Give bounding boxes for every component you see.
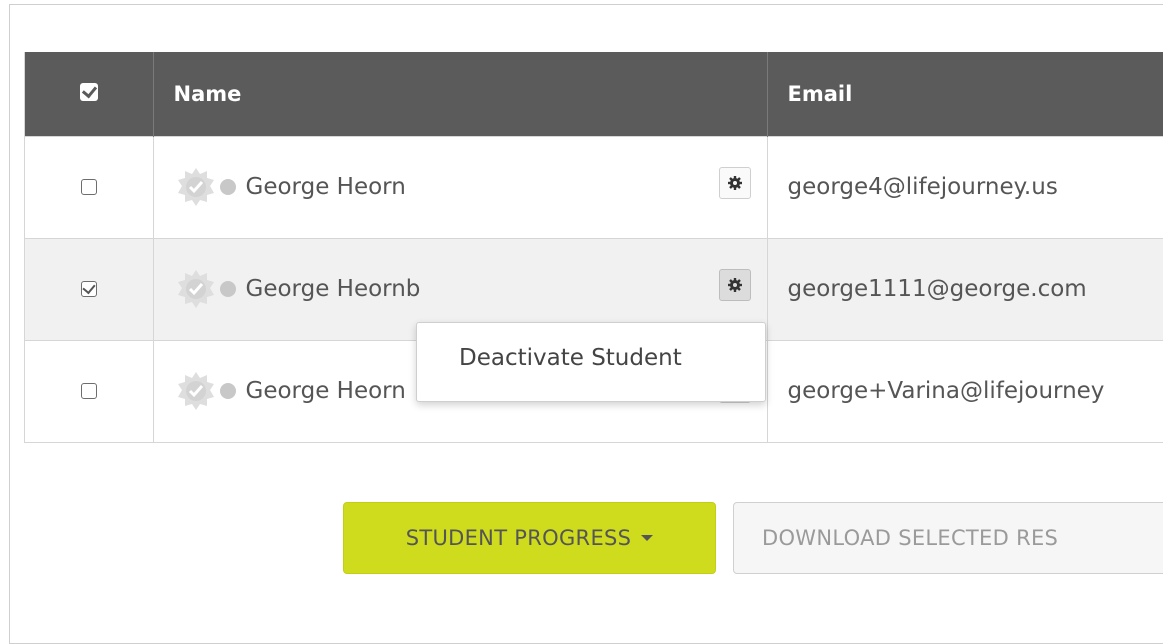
gear-icon xyxy=(727,277,742,292)
deactivate-student-menu-item[interactable]: Deactivate Student xyxy=(459,345,682,371)
badge-icon xyxy=(177,372,214,411)
row-select-cell xyxy=(25,237,154,340)
email-cell: george4@lifejourney.us xyxy=(767,135,1163,238)
gear-icon xyxy=(727,175,742,190)
table-header: Name Email xyxy=(25,52,1163,136)
name-cell: George Heorn xyxy=(153,135,768,238)
email-cell: george+Varina@lifejourney xyxy=(767,339,1163,442)
select-all-checkbox[interactable] xyxy=(79,82,98,101)
badge-icon xyxy=(177,270,214,308)
email-cell: george1111@george.com xyxy=(767,237,1163,340)
row-checkbox[interactable] xyxy=(80,280,97,297)
status-dot xyxy=(219,383,236,400)
student-name[interactable]: George Heorn xyxy=(246,174,406,200)
status-dot xyxy=(219,281,236,297)
student-progress-label: STUDENT PROGRESS xyxy=(405,526,632,550)
download-selected-label: DOWNLOAD SELECTED RES xyxy=(762,526,1059,550)
status-dot xyxy=(219,179,236,195)
row-select-cell xyxy=(25,339,154,442)
column-header-email[interactable]: Email xyxy=(767,52,1163,136)
download-selected-button[interactable]: DOWNLOAD SELECTED RES xyxy=(733,502,1163,574)
row-checkbox[interactable] xyxy=(80,178,97,195)
student-name[interactable]: George Heornb xyxy=(246,276,421,302)
select-all-header xyxy=(25,52,154,136)
column-header-name[interactable]: Name xyxy=(153,52,768,136)
row-settings-button[interactable] xyxy=(718,268,751,301)
row-actions-menu: Deactivate Student xyxy=(416,322,766,402)
row-select-cell xyxy=(25,135,154,238)
student-name[interactable]: George Heorn xyxy=(246,378,406,404)
row-settings-button[interactable] xyxy=(718,166,751,199)
caret-down-icon xyxy=(641,535,654,541)
badge-icon xyxy=(177,168,214,206)
student-progress-button[interactable]: STUDENT PROGRESS xyxy=(343,502,716,574)
row-checkbox[interactable] xyxy=(80,382,97,399)
table-row: George Heorn xyxy=(25,135,1163,238)
